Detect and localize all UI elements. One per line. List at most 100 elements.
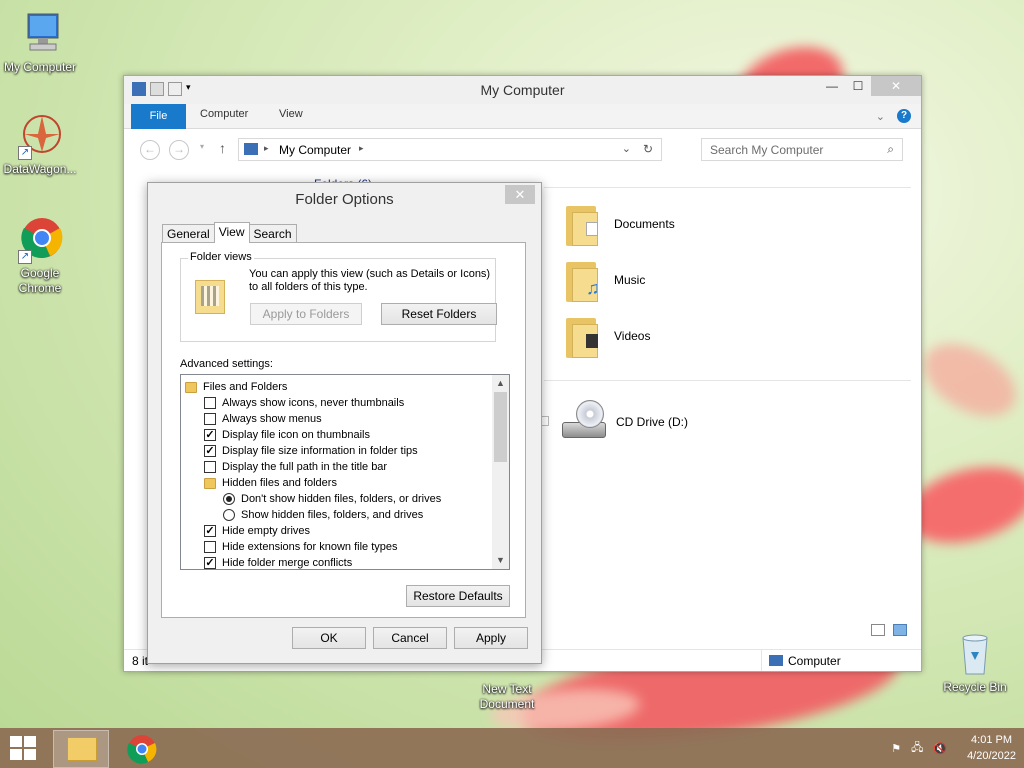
- item-videos[interactable]: Videos: [564, 314, 650, 358]
- radio-button[interactable]: [223, 509, 235, 521]
- settings-row-label: Hide empty drives: [222, 525, 311, 537]
- minimize-button[interactable]: —: [819, 76, 845, 96]
- chevron-right-icon[interactable]: ▸: [359, 143, 364, 154]
- dialog-title-bar[interactable]: Folder Options ✕: [148, 183, 541, 213]
- window-title: My Computer: [480, 82, 565, 98]
- large-icons-view-icon[interactable]: [893, 624, 907, 636]
- tab-file[interactable]: File: [131, 104, 186, 129]
- recycle-bin-icon: [951, 630, 999, 678]
- ok-button[interactable]: OK: [292, 627, 366, 649]
- reset-folders-button[interactable]: Reset Folders: [381, 303, 497, 325]
- settings-row-checkbox[interactable]: ✓ Display file size information in folder…: [204, 443, 418, 459]
- settings-row-checkbox[interactable]: Always show menus: [204, 411, 322, 427]
- clock-time: 4:01 PM: [971, 734, 1013, 746]
- clock[interactable]: 4:01 PM 4/20/2022: [967, 732, 1016, 764]
- desktop-icon-recycle-bin[interactable]: Recycle Bin: [935, 630, 1015, 695]
- checkbox[interactable]: [204, 397, 216, 409]
- item-cd-drive[interactable]: CD Drive (D:): [562, 400, 688, 444]
- cd-drive-icon: [562, 400, 606, 444]
- checkbox[interactable]: ✓: [204, 429, 216, 441]
- help-icon[interactable]: ?: [897, 109, 911, 123]
- tab-search[interactable]: Search: [248, 224, 297, 243]
- folder-icon: [185, 381, 197, 393]
- volume-muted-icon[interactable]: 🔇: [933, 742, 947, 755]
- taskbar-chrome[interactable]: [115, 730, 171, 768]
- settings-row-checkbox[interactable]: Always show icons, never thumbnails: [204, 395, 404, 411]
- checkbox[interactable]: ✓: [204, 525, 216, 537]
- desktop-icon-new-text-document[interactable]: New Text Document: [467, 682, 547, 712]
- up-button[interactable]: ↑: [219, 140, 226, 156]
- scrollbar-thumb[interactable]: [494, 392, 507, 462]
- dialog-title: Folder Options: [295, 191, 394, 208]
- tab-computer[interactable]: Computer: [200, 108, 248, 120]
- search-placeholder: Search My Computer: [710, 143, 824, 157]
- explorer-title-bar[interactable]: ▾ My Computer — ☐ ✕: [124, 76, 921, 104]
- desktop-icon-my-computer[interactable]: My Computer: [0, 10, 80, 75]
- chrome-icon: [127, 735, 157, 764]
- system-tray: ⚑ 🖧 🔇 4:01 PM 4/20/2022: [891, 732, 1016, 764]
- settings-row-radio[interactable]: Show hidden files, folders, and drives: [223, 507, 423, 523]
- computer-icon: [769, 655, 783, 666]
- settings-row-folder: Hidden files and folders: [204, 475, 337, 491]
- advanced-settings-list[interactable]: ✓ Hide folder merge conflicts Hide extensi…: [180, 374, 510, 570]
- checkbox[interactable]: [204, 413, 216, 425]
- music-folder-icon: ♫: [564, 258, 604, 302]
- restore-defaults-button[interactable]: Restore Defaults: [406, 585, 510, 607]
- start-button[interactable]: [10, 736, 38, 762]
- address-bar[interactable]: ▸ My Computer ▸ ⌄ ↻: [238, 138, 662, 161]
- address-dropdown-icon[interactable]: ⌄: [622, 142, 631, 155]
- chevron-right-icon[interactable]: ▸: [264, 143, 269, 154]
- item-music[interactable]: ♫ Music: [564, 258, 645, 302]
- folder-views-group: Folder views You can apply this view (su…: [180, 251, 497, 342]
- settings-row-label: Hidden files and folders: [222, 477, 337, 489]
- folder-views-description: You can apply this view (such as Details…: [249, 268, 491, 293]
- forward-button[interactable]: →: [169, 140, 189, 160]
- checkbox[interactable]: ✓: [204, 445, 216, 457]
- chevron-down-icon[interactable]: ⌄: [876, 110, 885, 123]
- apply-button[interactable]: Apply: [454, 627, 528, 649]
- maximize-button[interactable]: ☐: [845, 76, 871, 96]
- scroll-up-icon[interactable]: ▲: [492, 375, 509, 392]
- settings-row-radio[interactable]: Don't show hidden files, folders, or dri…: [223, 491, 441, 507]
- settings-row-checkbox[interactable]: Display the full path in the title bar: [204, 459, 387, 475]
- details-view-icon[interactable]: [871, 624, 885, 636]
- back-button[interactable]: ←: [140, 140, 160, 160]
- settings-row-checkbox[interactable]: ✓ Display file icon on thumbnails: [204, 427, 370, 443]
- computer-icon: [16, 10, 64, 58]
- settings-row-checkbox[interactable]: ✓ Hide folder merge conflicts: [204, 555, 352, 569]
- address-text: My Computer: [279, 143, 352, 157]
- tab-view[interactable]: View: [213, 222, 250, 243]
- scrollbar[interactable]: ▲ ▼: [492, 375, 509, 569]
- item-label: CD Drive (D:): [616, 415, 688, 429]
- desktop-icon-datawagon[interactable]: ↗ DataWagon...: [0, 112, 80, 177]
- close-button[interactable]: ✕: [871, 76, 921, 96]
- checkbox[interactable]: ✓: [204, 557, 216, 569]
- dialog-close-button[interactable]: ✕: [505, 185, 535, 204]
- item-label: Music: [614, 273, 646, 287]
- refresh-icon[interactable]: ↻: [643, 142, 653, 156]
- radio-button[interactable]: [223, 493, 235, 505]
- search-input[interactable]: Search My Computer ⌕: [701, 138, 903, 161]
- settings-row-checkbox[interactable]: Hide extensions for known file types: [204, 539, 397, 555]
- item-documents[interactable]: Documents: [564, 202, 675, 246]
- checkbox[interactable]: [204, 461, 216, 473]
- tab-view[interactable]: View: [279, 108, 303, 120]
- collapse-toggle[interactable]: [541, 416, 549, 426]
- desktop-icon-chrome[interactable]: ↗ Google Chrome: [0, 216, 80, 296]
- settings-row-label: Always show icons, never thumbnails: [222, 397, 405, 409]
- taskbar-file-explorer[interactable]: [53, 730, 109, 768]
- cancel-button[interactable]: Cancel: [373, 627, 447, 649]
- checkbox[interactable]: [204, 541, 216, 553]
- settings-row-checkbox[interactable]: ✓ Hide empty drives: [204, 523, 310, 539]
- scroll-down-icon[interactable]: ▼: [492, 552, 509, 569]
- computer-icon: [244, 143, 258, 155]
- network-icon[interactable]: 🖧: [911, 739, 923, 758]
- tab-general[interactable]: General: [162, 224, 215, 243]
- apply-to-folders-button[interactable]: Apply to Folders: [250, 303, 362, 325]
- folder-options-dialog[interactable]: Folder Options ✕ General View Search Fol…: [147, 182, 542, 664]
- clock-date: 4/20/2022: [967, 750, 1016, 762]
- recent-locations-chevron-icon[interactable]: ▾: [200, 142, 204, 151]
- advanced-settings-label: Advanced settings:: [180, 358, 273, 370]
- action-center-flag-icon[interactable]: ⚑: [891, 742, 901, 755]
- item-label: Documents: [614, 217, 675, 231]
